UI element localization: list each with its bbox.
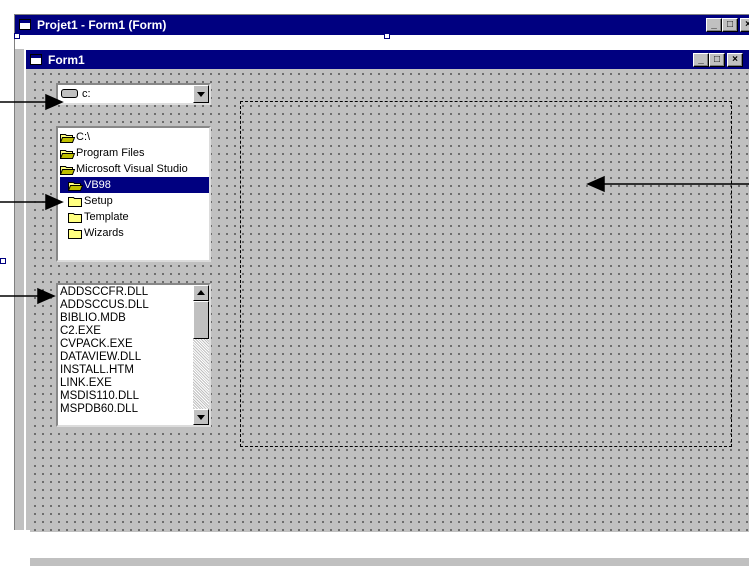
open-folder-icon: [60, 150, 75, 159]
designer-title: Projet1 - Form1 (Form): [37, 18, 167, 32]
form-icon: [30, 54, 42, 65]
folder-icon: [68, 197, 82, 207]
dir-item-label: VB98: [84, 179, 111, 191]
dir-item[interactable]: Setup: [68, 193, 113, 209]
drive-icon: [61, 89, 78, 98]
file-item[interactable]: LINK.EXE: [60, 377, 112, 390]
dir-item-label: Wizards: [84, 227, 124, 239]
file-list-scrollbar[interactable]: [193, 285, 209, 425]
scroll-up-button[interactable]: [193, 285, 209, 301]
file-item[interactable]: MSDIS110.DLL: [60, 390, 139, 403]
dir-item-label: Microsoft Visual Studio: [76, 163, 188, 175]
form1-minimize-button[interactable]: _: [693, 53, 709, 67]
chevron-down-icon: [197, 92, 205, 97]
drive-list-box[interactable]: c:: [56, 83, 211, 105]
dir-item-selected[interactable]: VB98: [60, 177, 209, 193]
scroll-down-button[interactable]: [193, 409, 209, 425]
folder-icon: [68, 213, 82, 223]
file-item[interactable]: ADDSCCFR.DLL: [60, 286, 148, 299]
dir-item-label: Program Files: [76, 147, 145, 159]
form1-title: Form1: [48, 53, 85, 67]
dir-item[interactable]: Wizards: [68, 225, 124, 241]
resize-handle-middle-left[interactable]: [0, 258, 6, 264]
open-folder-icon: [60, 166, 75, 175]
drive-selected-value: c:: [82, 88, 91, 100]
file-item[interactable]: DATAVIEW.DLL: [60, 351, 141, 364]
file-item[interactable]: INSTALL.HTM: [60, 364, 134, 377]
designer-minimize-button[interactable]: _: [706, 18, 722, 32]
dir-item-label: Setup: [84, 195, 113, 207]
dir-item-label: Template: [84, 211, 129, 223]
dir-list-box[interactable]: C:\ Program Files Microsoft Visual Studi…: [56, 126, 211, 262]
file-list-box[interactable]: ADDSCCFR.DLL ADDSCCUS.DLL BIBLIO.MDB C2.…: [56, 283, 211, 427]
dir-item[interactable]: Microsoft Visual Studio: [60, 161, 188, 177]
designer-close-button[interactable]: ×: [740, 18, 749, 32]
resize-handle-top-left[interactable]: [14, 33, 20, 39]
form-app-icon: [19, 19, 31, 30]
file-item[interactable]: C2.EXE: [60, 325, 101, 338]
form-bottom-edge: [30, 558, 749, 566]
dir-item-label: C:\: [76, 131, 91, 143]
file-item[interactable]: MSPDB60.DLL: [60, 403, 138, 416]
dir-item[interactable]: C:\: [60, 129, 90, 145]
file-item[interactable]: BIBLIO.MDB: [60, 312, 126, 325]
chevron-up-icon: [197, 290, 205, 295]
form1-close-button[interactable]: ×: [727, 53, 743, 67]
designer-title-bar[interactable]: Projet1 - Form1 (Form) _ □ ×: [15, 15, 749, 35]
form1-title-bar[interactable]: Form1 _ □ ×: [26, 50, 749, 69]
drive-dropdown-button[interactable]: [193, 85, 209, 103]
dir-item[interactable]: Template: [68, 209, 129, 225]
open-folder-icon: [68, 182, 83, 191]
designer-maximize-button[interactable]: □: [722, 18, 738, 32]
form1-window: Form1 _ □ × c: C:\ Program Files Microso…: [24, 48, 749, 566]
file-item[interactable]: ADDSCCUS.DLL: [60, 299, 149, 312]
folder-icon: [68, 229, 82, 239]
form1-design-surface[interactable]: c: C:\ Program Files Microsoft Visual St…: [30, 69, 749, 532]
resize-handle-top-middle[interactable]: [384, 33, 390, 39]
dir-item[interactable]: Program Files: [60, 145, 144, 161]
form1-maximize-button[interactable]: □: [709, 53, 725, 67]
empty-control-area[interactable]: [240, 101, 732, 447]
file-item[interactable]: CVPACK.EXE: [60, 338, 133, 351]
chevron-down-icon: [197, 415, 205, 420]
open-folder-icon: [60, 134, 75, 143]
scroll-thumb[interactable]: [193, 301, 209, 339]
designer-selection-strip: [15, 35, 749, 49]
